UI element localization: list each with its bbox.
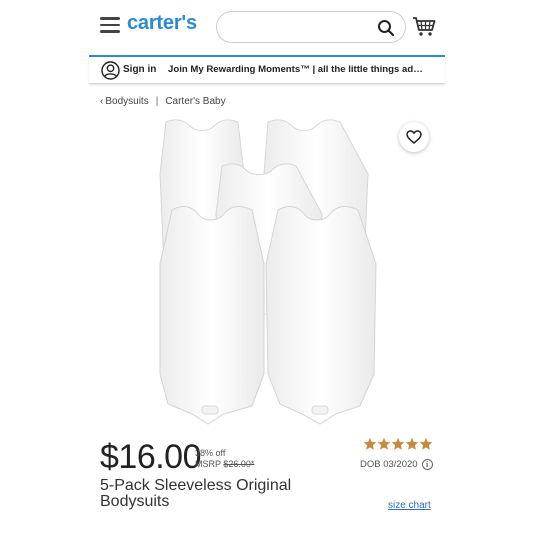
msrp-label: MSRP xyxy=(195,459,221,469)
dob-text: DOB 03/2020 xyxy=(360,459,418,470)
heart-icon xyxy=(406,130,422,144)
promo-bar: Sign in Join My Rewarding Moments™ | all… xyxy=(89,57,445,84)
breadcrumb-separator: | xyxy=(155,96,159,107)
star-icon xyxy=(391,437,405,450)
hamburger-menu-icon[interactable] xyxy=(100,17,120,33)
breadcrumb-carters-baby[interactable]: Carter's Baby xyxy=(165,96,225,107)
bodysuit-front-right xyxy=(265,206,377,425)
dob-info: DOB 03/2020 i xyxy=(360,459,433,470)
star-icon xyxy=(405,437,419,450)
carters-logo[interactable]: carter's xyxy=(127,12,197,35)
sign-in-link[interactable]: Sign in xyxy=(123,64,156,75)
star-icon xyxy=(363,437,377,450)
search-box[interactable] xyxy=(216,11,406,43)
cart-icon[interactable] xyxy=(412,15,436,37)
favorite-button[interactable] xyxy=(399,122,429,152)
discount-percent: 38% off xyxy=(195,448,226,458)
rating-stars[interactable] xyxy=(363,437,433,453)
user-account-icon[interactable] xyxy=(101,61,120,80)
search-icon[interactable] xyxy=(377,19,395,37)
star-icon xyxy=(377,437,391,450)
info-icon[interactable]: i xyxy=(421,459,433,470)
rewards-promo-link[interactable]: Join My Rewarding Moments™ | all the lit… xyxy=(168,64,438,75)
breadcrumb-bodysuits[interactable]: Bodysuits xyxy=(105,96,148,107)
site-header: carter's xyxy=(89,0,445,56)
bodysuit-front-left xyxy=(159,206,265,425)
size-chart-link[interactable]: size chart xyxy=(388,500,431,511)
product-title: 5-Pack Sleeveless Original Bodysuits xyxy=(100,477,292,510)
msrp-value: $26.00* xyxy=(223,459,255,469)
search-input[interactable] xyxy=(229,18,369,38)
chevron-left-icon[interactable]: ‹ xyxy=(100,96,103,107)
star-icon xyxy=(419,437,433,450)
product-price: $16.00 xyxy=(100,438,202,476)
breadcrumb: ‹ Bodysuits | Carter's Baby xyxy=(100,96,226,107)
product-image[interactable] xyxy=(152,114,384,426)
discount-info: 38% off MSRP $26.00* xyxy=(195,448,254,470)
